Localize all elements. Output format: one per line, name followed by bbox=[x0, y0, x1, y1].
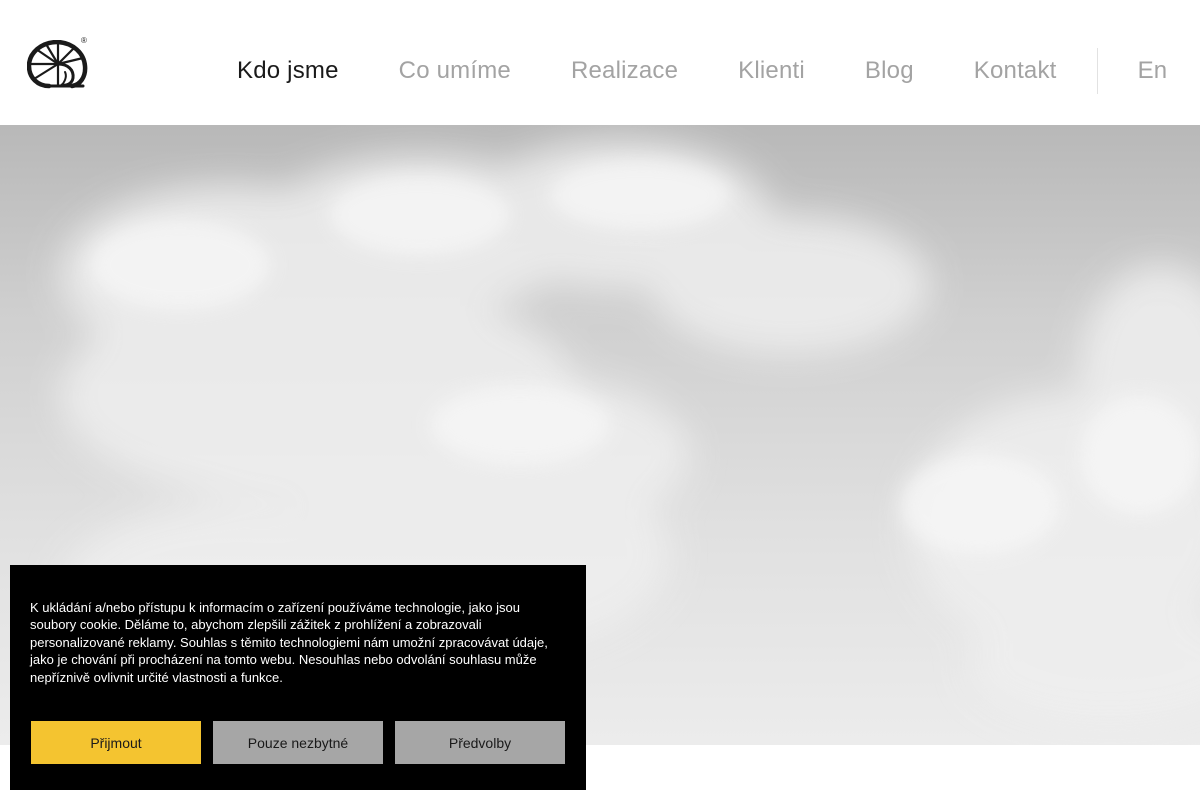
nav-item-kontakt[interactable]: Kontakt bbox=[944, 49, 1087, 93]
main-nav: Kdo jsme Co umíme Realizace Klienti Blog… bbox=[207, 48, 1167, 94]
nav-item-co-umime[interactable]: Co umíme bbox=[369, 49, 541, 93]
logo[interactable]: ® bbox=[26, 36, 89, 90]
accept-button[interactable]: Přijmout bbox=[31, 721, 201, 764]
nav-item-blog[interactable]: Blog bbox=[835, 49, 944, 93]
preferences-button[interactable]: Předvolby bbox=[395, 721, 565, 764]
nav-item-klienti[interactable]: Klienti bbox=[708, 49, 835, 93]
cookie-consent-text: K ukládání a/nebo přístupu k informacím … bbox=[30, 600, 548, 685]
language-switch[interactable]: En bbox=[1108, 49, 1168, 93]
site-header: ® Kdo jsme Co umíme Realizace Klienti Bl… bbox=[0, 0, 1200, 125]
cookie-buttons: Přijmout Pouze nezbytné Předvolby bbox=[31, 721, 565, 764]
nav-item-kdo-jsme[interactable]: Kdo jsme bbox=[207, 49, 369, 93]
necessary-only-button[interactable]: Pouze nezbytné bbox=[213, 721, 383, 764]
nav-divider bbox=[1096, 48, 1098, 94]
nav-item-realizace[interactable]: Realizace bbox=[541, 49, 708, 93]
cookie-banner: K ukládání a/nebo přístupu k informacím … bbox=[10, 565, 586, 790]
nautilus-shell-icon bbox=[26, 39, 88, 89]
registered-mark: ® bbox=[81, 36, 87, 45]
